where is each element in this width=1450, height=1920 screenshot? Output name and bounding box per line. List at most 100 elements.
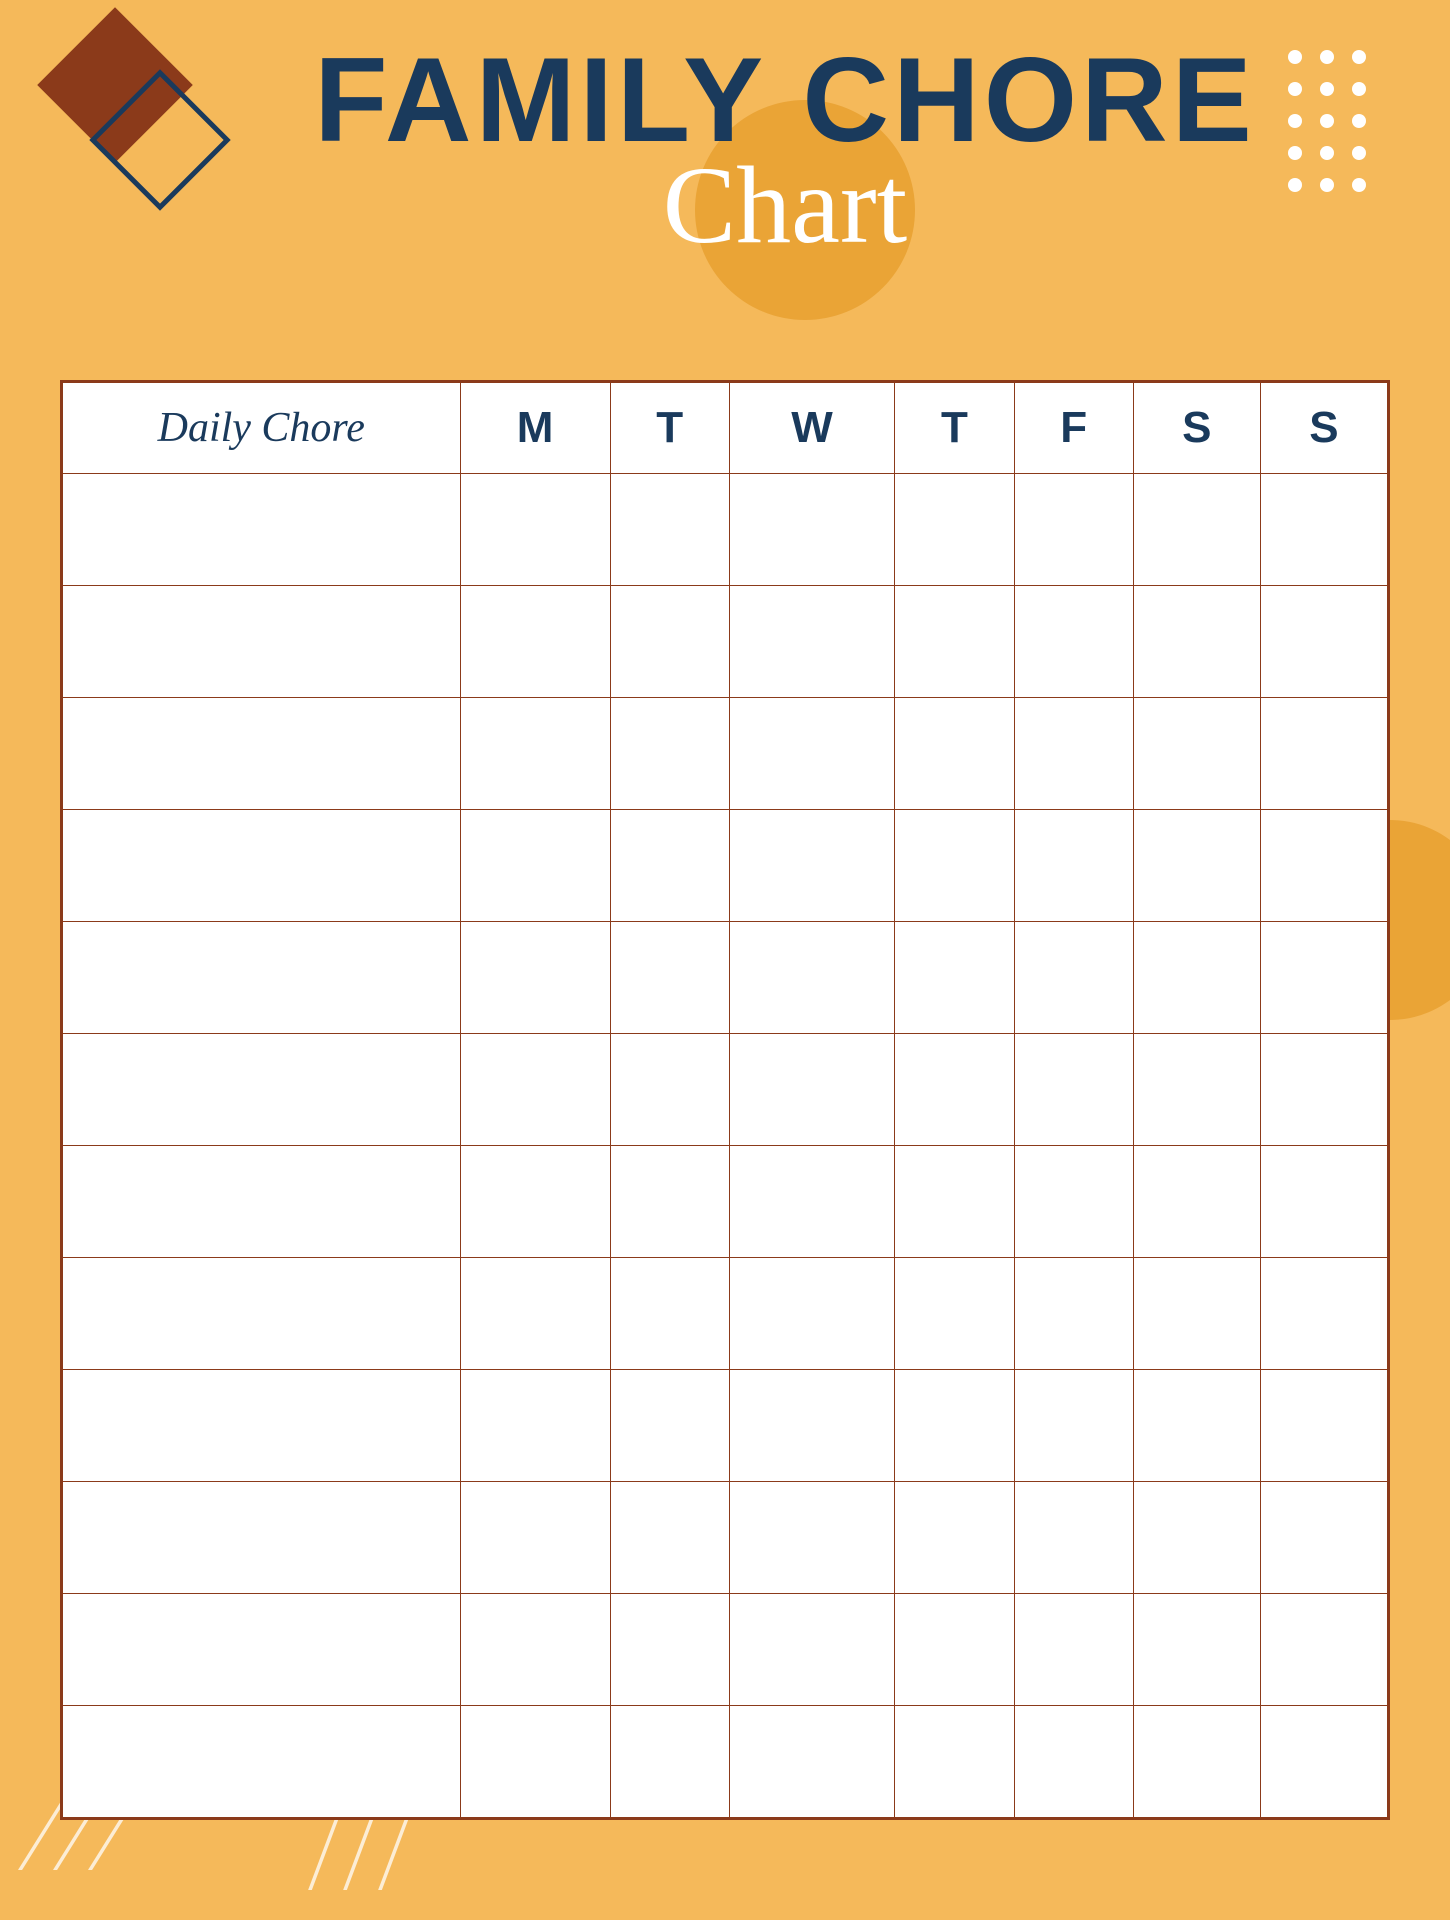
day-cell[interactable] bbox=[610, 810, 729, 922]
day-cell[interactable] bbox=[1014, 474, 1133, 586]
day-cell[interactable] bbox=[610, 1258, 729, 1370]
day-cell[interactable] bbox=[1133, 1594, 1260, 1706]
day-cell[interactable] bbox=[729, 922, 894, 1034]
day-cell[interactable] bbox=[1133, 1034, 1260, 1146]
day-cell[interactable] bbox=[1133, 1258, 1260, 1370]
day-cell[interactable] bbox=[729, 1594, 894, 1706]
day-cell[interactable] bbox=[895, 1258, 1014, 1370]
day-cell[interactable] bbox=[460, 1594, 610, 1706]
day-cell[interactable] bbox=[610, 922, 729, 1034]
day-cell[interactable] bbox=[610, 474, 729, 586]
day-cell[interactable] bbox=[1260, 810, 1387, 922]
day-cell[interactable] bbox=[1260, 1594, 1387, 1706]
chore-name-cell[interactable] bbox=[63, 810, 461, 922]
day-cell[interactable] bbox=[610, 1146, 729, 1258]
day-cell[interactable] bbox=[729, 1034, 894, 1146]
day-cell[interactable] bbox=[1133, 1370, 1260, 1482]
day-cell[interactable] bbox=[1133, 1482, 1260, 1594]
day-cell[interactable] bbox=[460, 1482, 610, 1594]
day-header-wed: W bbox=[729, 383, 894, 474]
day-cell[interactable] bbox=[729, 1482, 894, 1594]
day-cell[interactable] bbox=[1014, 922, 1133, 1034]
day-cell[interactable] bbox=[610, 1706, 729, 1818]
day-cell[interactable] bbox=[729, 698, 894, 810]
chore-chart-container: Daily Chore M T W T F S S bbox=[60, 380, 1390, 1820]
day-cell[interactable] bbox=[1014, 1482, 1133, 1594]
day-header-fri: F bbox=[1014, 383, 1133, 474]
day-cell[interactable] bbox=[1014, 1258, 1133, 1370]
day-cell[interactable] bbox=[460, 1034, 610, 1146]
day-cell[interactable] bbox=[895, 1146, 1014, 1258]
day-cell[interactable] bbox=[1133, 810, 1260, 922]
day-cell[interactable] bbox=[460, 1706, 610, 1818]
chore-name-cell[interactable] bbox=[63, 1258, 461, 1370]
chore-name-cell[interactable] bbox=[63, 1706, 461, 1818]
chore-name-cell[interactable] bbox=[63, 586, 461, 698]
day-cell[interactable] bbox=[895, 474, 1014, 586]
day-cell[interactable] bbox=[1260, 1146, 1387, 1258]
day-cell[interactable] bbox=[729, 586, 894, 698]
day-cell[interactable] bbox=[895, 1706, 1014, 1818]
day-cell[interactable] bbox=[729, 474, 894, 586]
day-cell[interactable] bbox=[729, 1370, 894, 1482]
day-cell[interactable] bbox=[895, 922, 1014, 1034]
day-cell[interactable] bbox=[1133, 586, 1260, 698]
chore-name-cell[interactable] bbox=[63, 1482, 461, 1594]
day-cell[interactable] bbox=[1260, 698, 1387, 810]
day-cell[interactable] bbox=[610, 1482, 729, 1594]
day-cell[interactable] bbox=[729, 1706, 894, 1818]
day-cell[interactable] bbox=[460, 922, 610, 1034]
day-cell[interactable] bbox=[1133, 698, 1260, 810]
day-cell[interactable] bbox=[895, 586, 1014, 698]
chore-name-cell[interactable] bbox=[63, 1034, 461, 1146]
day-cell[interactable] bbox=[460, 810, 610, 922]
day-cell[interactable] bbox=[1133, 1706, 1260, 1818]
day-cell[interactable] bbox=[1260, 1034, 1387, 1146]
day-cell[interactable] bbox=[610, 586, 729, 698]
day-cell[interactable] bbox=[460, 1258, 610, 1370]
chore-name-cell[interactable] bbox=[63, 1370, 461, 1482]
day-cell[interactable] bbox=[460, 586, 610, 698]
day-cell[interactable] bbox=[460, 1370, 610, 1482]
day-cell[interactable] bbox=[1014, 1706, 1133, 1818]
chore-name-cell[interactable] bbox=[63, 1146, 461, 1258]
chore-name-cell[interactable] bbox=[63, 698, 461, 810]
day-cell[interactable] bbox=[1014, 810, 1133, 922]
day-cell[interactable] bbox=[729, 1146, 894, 1258]
day-cell[interactable] bbox=[610, 1594, 729, 1706]
day-cell[interactable] bbox=[729, 1258, 894, 1370]
chore-name-cell[interactable] bbox=[63, 922, 461, 1034]
day-cell[interactable] bbox=[895, 1034, 1014, 1146]
day-cell[interactable] bbox=[1260, 474, 1387, 586]
day-cell[interactable] bbox=[610, 1370, 729, 1482]
day-cell[interactable] bbox=[610, 698, 729, 810]
day-cell[interactable] bbox=[1014, 1594, 1133, 1706]
day-cell[interactable] bbox=[1133, 474, 1260, 586]
day-cell[interactable] bbox=[460, 474, 610, 586]
day-cell[interactable] bbox=[460, 1146, 610, 1258]
day-cell[interactable] bbox=[1133, 1146, 1260, 1258]
day-cell[interactable] bbox=[1014, 1370, 1133, 1482]
day-cell[interactable] bbox=[1260, 1706, 1387, 1818]
day-cell[interactable] bbox=[1260, 1370, 1387, 1482]
day-cell[interactable] bbox=[895, 1482, 1014, 1594]
day-cell[interactable] bbox=[895, 698, 1014, 810]
day-cell[interactable] bbox=[1260, 922, 1387, 1034]
day-cell[interactable] bbox=[610, 1034, 729, 1146]
day-cell[interactable] bbox=[1260, 1258, 1387, 1370]
day-cell[interactable] bbox=[1133, 922, 1260, 1034]
day-cell[interactable] bbox=[1260, 1482, 1387, 1594]
day-cell[interactable] bbox=[1014, 698, 1133, 810]
day-cell[interactable] bbox=[895, 1594, 1014, 1706]
day-cell[interactable] bbox=[1014, 1034, 1133, 1146]
day-cell[interactable] bbox=[895, 1370, 1014, 1482]
chore-name-cell[interactable] bbox=[63, 1594, 461, 1706]
day-cell[interactable] bbox=[1014, 586, 1133, 698]
table-row bbox=[63, 1482, 1388, 1594]
day-cell[interactable] bbox=[1260, 586, 1387, 698]
day-cell[interactable] bbox=[895, 810, 1014, 922]
day-cell[interactable] bbox=[729, 810, 894, 922]
day-cell[interactable] bbox=[1014, 1146, 1133, 1258]
day-cell[interactable] bbox=[460, 698, 610, 810]
chore-name-cell[interactable] bbox=[63, 474, 461, 586]
